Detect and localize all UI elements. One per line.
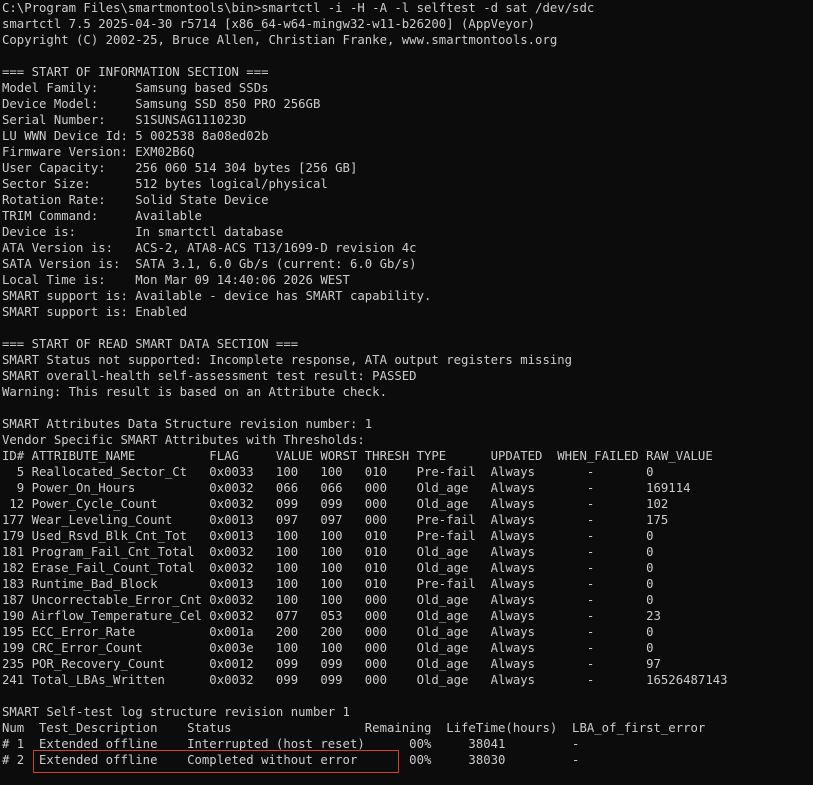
attributes-table-row: 241 Total_LBAs_Written 0x0032 099 099 00… <box>2 673 728 687</box>
command-prompt-line: C:\Program Files\smartmontools\bin>smart… <box>2 1 595 15</box>
attributes-table-row: 182 Erase_Fail_Count_Total 0x0032 100 10… <box>2 561 654 575</box>
info-smart-support-available: SMART support is: Available - device has… <box>2 289 432 303</box>
attributes-title-line: Vendor Specific SMART Attributes with Th… <box>2 433 365 447</box>
attributes-revision-line: SMART Attributes Data Structure revision… <box>2 417 373 431</box>
attributes-table-row: 5 Reallocated_Sector_Ct 0x0033 100 100 0… <box>2 465 654 479</box>
smart-warning-line: Warning: This result is based on an Attr… <box>2 385 387 399</box>
info-trim-command: TRIM Command: Available <box>2 209 202 223</box>
info-section-header: === START OF INFORMATION SECTION === <box>2 65 269 79</box>
selftest-table-row: # 1 Extended offline Interrupted (host r… <box>2 737 580 751</box>
info-lu-wwn: LU WWN Device Id: 5 002538 8a08ed02b <box>2 129 269 143</box>
info-serial-number: Serial Number: S1SUNSAG111023D <box>2 113 247 127</box>
attributes-table-row: 9 Power_On_Hours 0x0032 066 066 000 Old_… <box>2 481 691 495</box>
smart-health-result-line: SMART overall-health self-assessment tes… <box>2 369 417 383</box>
info-ata-version: ATA Version is: ACS-2, ATA8-ACS T13/1699… <box>2 241 417 255</box>
attributes-table-row: 179 Used_Rsvd_Blk_Cnt_Tot 0x0013 100 100… <box>2 529 654 543</box>
attributes-table-row: 235 POR_Recovery_Count 0x0012 099 099 00… <box>2 657 661 671</box>
info-device-is: Device is: In smartctl database <box>2 225 284 239</box>
attributes-table-row: 187 Uncorrectable_Error_Cnt 0x0032 100 1… <box>2 593 654 607</box>
info-smart-support-enabled: SMART support is: Enabled <box>2 305 188 319</box>
info-local-time: Local Time is: Mon Mar 09 14:40:06 2026 … <box>2 273 350 287</box>
selftest-table-row-highlighted: # 2 Extended offline Completed without e… <box>2 753 580 767</box>
attributes-table-row: 199 CRC_Error_Count 0x003e 100 100 000 O… <box>2 641 654 655</box>
selftest-table-header: Num Test_Description Status Remaining Li… <box>2 721 706 735</box>
info-device-model: Device Model: Samsung SSD 850 PRO 256GB <box>2 97 321 111</box>
attributes-table-row: 183 Runtime_Bad_Block 0x0013 100 100 010… <box>2 577 654 591</box>
attributes-table-row: 190 Airflow_Temperature_Cel 0x0032 077 0… <box>2 609 661 623</box>
version-line: smartctl 7.5 2025-04-30 r5714 [x86_64-w6… <box>2 17 536 31</box>
info-model-family: Model Family: Samsung based SSDs <box>2 81 269 95</box>
attributes-table-row: 181 Program_Fail_Cnt_Total 0x0032 100 10… <box>2 545 654 559</box>
smart-data-section-header: === START OF READ SMART DATA SECTION === <box>2 337 299 351</box>
attributes-table-header: ID# ATTRIBUTE_NAME FLAG VALUE WORST THRE… <box>2 449 713 463</box>
info-user-capacity: User Capacity: 256 060 514 304 bytes [25… <box>2 161 358 175</box>
console-window[interactable]: C:\Program Files\smartmontools\bin>smart… <box>0 0 813 785</box>
copyright-line: Copyright (C) 2002-25, Bruce Allen, Chri… <box>2 33 558 47</box>
info-sata-version: SATA Version is: SATA 3.1, 6.0 Gb/s (cur… <box>2 257 417 271</box>
selftest-revision-line: SMART Self-test log structure revision n… <box>2 705 350 719</box>
info-sector-size: Sector Size: 512 bytes logical/physical <box>2 177 328 191</box>
attributes-table-row: 12 Power_Cycle_Count 0x0032 099 099 000 … <box>2 497 669 511</box>
info-firmware-version: Firmware Version: EXM02B6Q <box>2 145 195 159</box>
attributes-table-row: 195 ECC_Error_Rate 0x001a 200 200 000 Ol… <box>2 625 654 639</box>
attributes-table-row: 177 Wear_Leveling_Count 0x0013 097 097 0… <box>2 513 669 527</box>
info-rotation-rate: Rotation Rate: Solid State Device <box>2 193 269 207</box>
smart-status-line: SMART Status not supported: Incomplete r… <box>2 353 573 367</box>
